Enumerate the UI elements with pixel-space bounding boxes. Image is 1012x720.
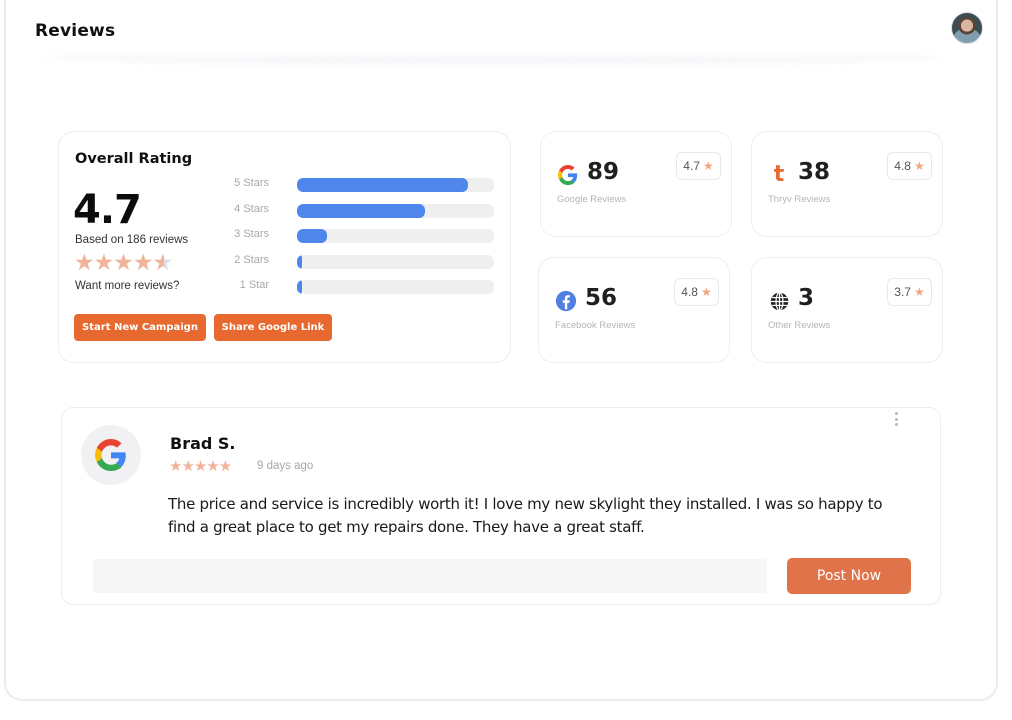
post-now-button[interactable]: Post Now xyxy=(787,558,911,594)
source-count: 89 xyxy=(587,159,620,185)
google-icon xyxy=(95,439,126,471)
user-avatar[interactable] xyxy=(951,12,983,44)
review-card: Brad S. ★★★★★ 9 days ago The price and s… xyxy=(61,407,941,605)
star-icon: ★ xyxy=(913,159,925,173)
more-vertical-icon[interactable] xyxy=(892,410,900,428)
distribution-label: 5 Stars xyxy=(234,177,269,189)
review-timestamp: 9 days ago xyxy=(257,460,314,472)
review-source-avatar xyxy=(81,425,141,485)
source-rating: 4.7 xyxy=(683,159,700,173)
reviewer-name: Brad S. xyxy=(170,434,236,453)
globe-icon xyxy=(768,290,790,312)
partial-star-icon: ★ xyxy=(152,249,173,275)
source-rating-badge: 4.8 ★ xyxy=(674,278,719,306)
distribution-bar-track xyxy=(297,280,494,294)
star-icon: ★ xyxy=(913,285,925,299)
source-label: Google Reviews xyxy=(557,194,627,205)
overall-star-rating: ★★★★★ xyxy=(74,249,173,276)
overall-rating-title: Overall Rating xyxy=(75,151,193,167)
distribution-bar-fill xyxy=(297,229,327,243)
distribution-bar-track xyxy=(297,204,494,218)
source-card-thryv[interactable]: t 38 Thryv Reviews 4.8 ★ xyxy=(751,131,943,237)
distribution-bar-track xyxy=(297,255,494,269)
source-card-other[interactable]: 3 Other Reviews 3.7 ★ xyxy=(751,257,943,363)
header-divider xyxy=(40,52,945,64)
start-new-campaign-button[interactable]: Start New Campaign xyxy=(74,314,206,341)
distribution-bar-track xyxy=(297,229,494,243)
source-card-google[interactable]: 89 Google Reviews 4.7 ★ xyxy=(540,131,732,237)
distribution-row-1: 1 Star xyxy=(219,278,499,294)
distribution-row-5: 5 Stars xyxy=(219,176,499,192)
distribution-label: 2 Stars xyxy=(234,254,269,266)
overall-rating-card: Overall Rating 4.7 Based on 186 reviews … xyxy=(58,131,511,363)
review-count-text: Based on 186 reviews xyxy=(75,234,189,246)
star-icon: ★ xyxy=(702,159,714,173)
distribution-label: 3 Stars xyxy=(234,228,269,240)
source-rating: 3.7 xyxy=(894,285,911,299)
distribution-bar-fill xyxy=(297,255,302,269)
distribution-row-3: 3 Stars xyxy=(219,227,499,243)
distribution-row-2: 2 Stars xyxy=(219,253,499,269)
star-icon: ★ xyxy=(700,285,712,299)
source-rating-badge: 4.7 ★ xyxy=(676,152,721,180)
want-more-reviews-text: Want more reviews? xyxy=(75,280,180,292)
source-label: Facebook Reviews xyxy=(555,320,636,331)
share-google-link-button[interactable]: Share Google Link xyxy=(214,314,332,341)
thryv-icon: t xyxy=(773,162,785,187)
distribution-label: 1 Star xyxy=(239,279,269,291)
facebook-icon xyxy=(555,290,577,312)
source-label: Thryv Reviews xyxy=(768,194,831,205)
distribution-bar-fill xyxy=(297,178,469,192)
distribution-bar-track xyxy=(297,178,494,192)
distribution-bar-fill xyxy=(297,204,426,218)
overall-score: 4.7 xyxy=(73,187,142,233)
reply-input[interactable] xyxy=(93,559,767,593)
source-rating-badge: 4.8 ★ xyxy=(887,152,932,180)
distribution-row-4: 4 Stars xyxy=(219,202,499,218)
source-card-facebook[interactable]: 56 Facebook Reviews 4.8 ★ xyxy=(538,257,730,363)
distribution-label: 4 Stars xyxy=(234,203,269,215)
full-stars-icon: ★★★★ xyxy=(74,249,153,275)
review-stars-icon: ★★★★★ xyxy=(169,458,232,475)
source-rating-badge: 3.7 ★ xyxy=(887,278,932,306)
source-rating: 4.8 xyxy=(681,285,698,299)
source-count: 38 xyxy=(798,159,831,185)
source-label: Other Reviews xyxy=(768,320,831,331)
google-icon xyxy=(557,164,579,186)
source-rating: 4.8 xyxy=(894,159,911,173)
source-count: 56 xyxy=(585,285,618,311)
distribution-bar-fill xyxy=(297,280,302,294)
source-count: 3 xyxy=(798,285,815,311)
review-text: The price and service is incredibly wort… xyxy=(168,495,883,536)
page-title: Reviews xyxy=(35,21,116,41)
